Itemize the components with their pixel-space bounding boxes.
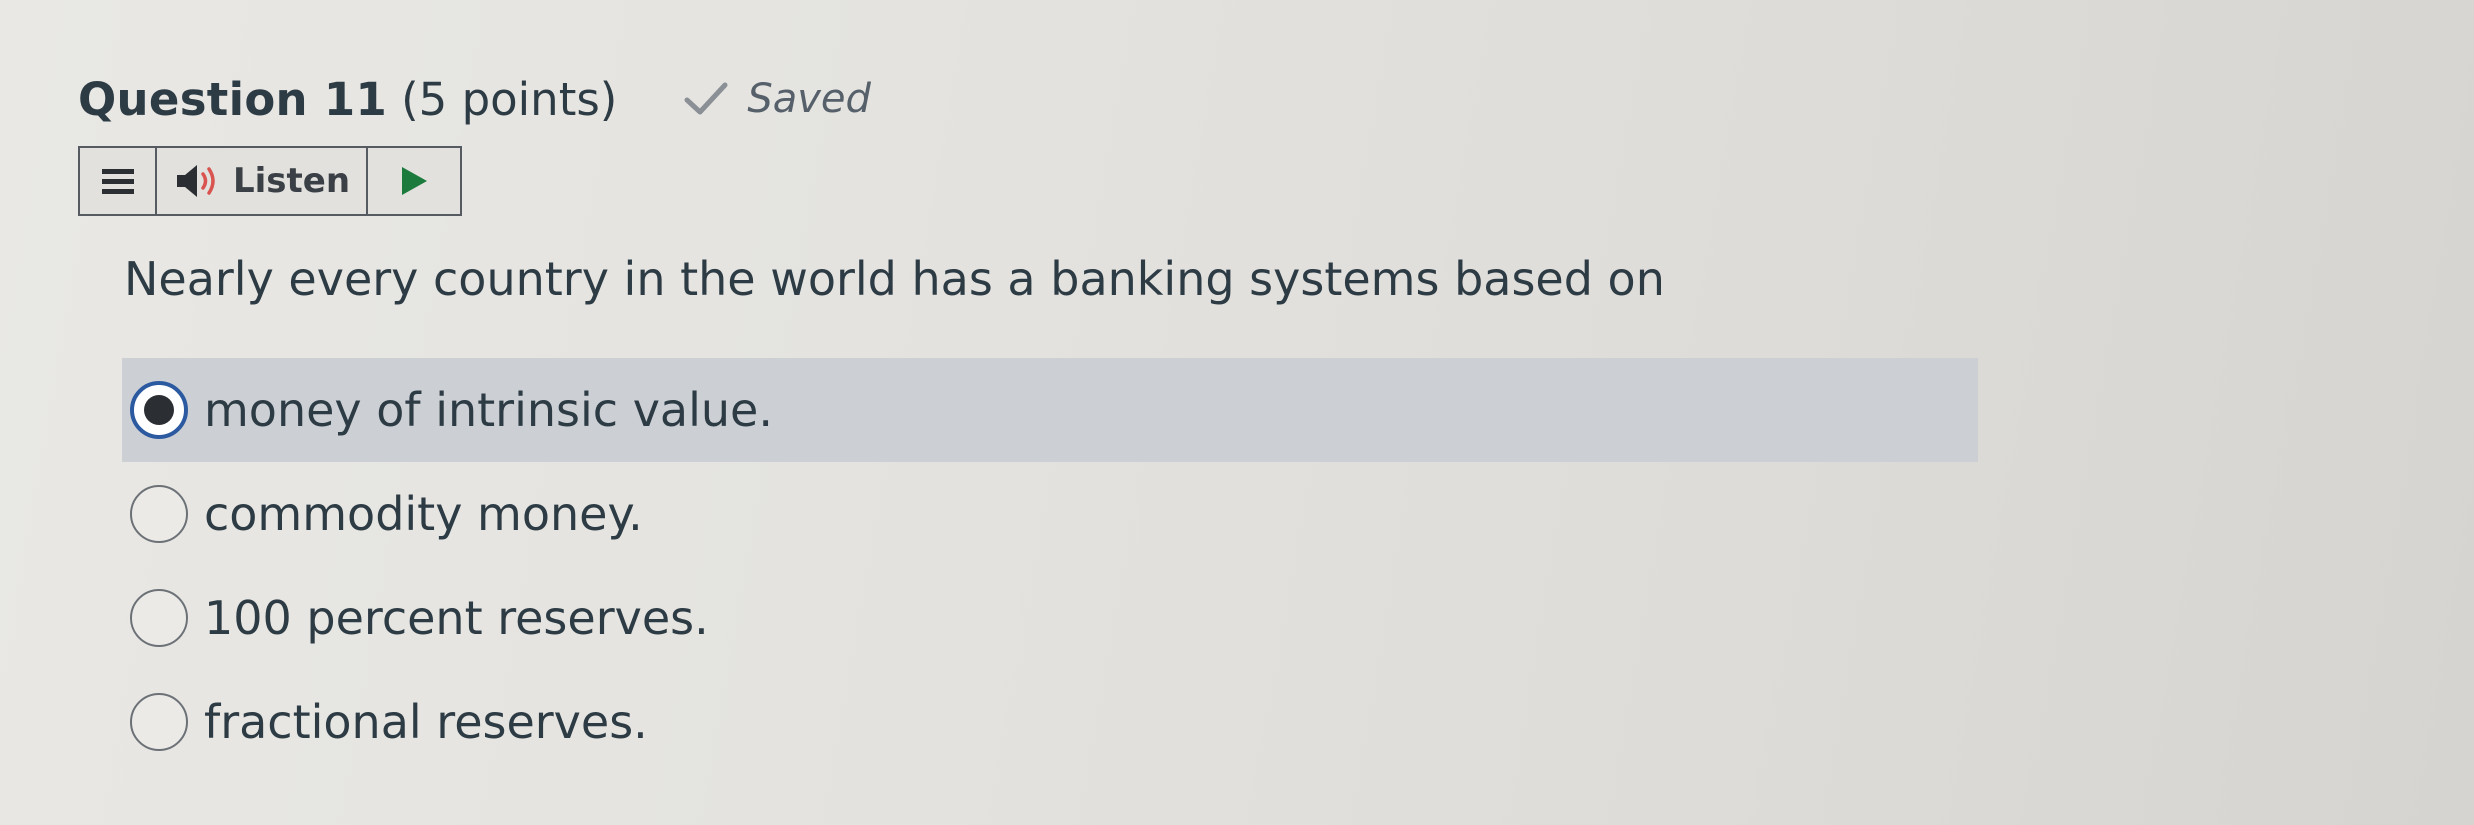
answer-option-label: commodity money.: [204, 487, 643, 541]
play-icon: [402, 167, 427, 195]
saved-status: Saved: [683, 76, 871, 122]
question-text: Nearly every country in the world has a …: [124, 252, 1665, 306]
answer-option[interactable]: 100 percent reserves.: [122, 566, 1978, 670]
answer-option[interactable]: fractional reserves.: [122, 670, 1978, 774]
listen-toolbar: Listen: [78, 146, 462, 216]
radio-button[interactable]: [130, 485, 188, 543]
listen-menu-button[interactable]: [80, 148, 157, 214]
menu-icon: [101, 169, 134, 194]
answer-option[interactable]: commodity money.: [122, 462, 1978, 566]
listen-button[interactable]: Listen: [157, 148, 368, 214]
play-button[interactable]: [368, 148, 460, 214]
question-header: Question 11 (5 points) Saved: [78, 64, 871, 134]
question-points: (5 points): [401, 72, 618, 126]
radio-button[interactable]: [130, 381, 188, 439]
answer-option[interactable]: money of intrinsic value.: [122, 358, 1978, 462]
check-icon: [684, 82, 728, 115]
answer-option-label: 100 percent reserves.: [204, 591, 709, 645]
radio-selected-dot: [144, 395, 174, 425]
speaker-icon: [176, 165, 215, 197]
answer-option-label: money of intrinsic value.: [204, 383, 773, 437]
answer-option-label: fractional reserves.: [204, 695, 648, 749]
listen-label: Listen: [232, 161, 351, 201]
saved-label: Saved: [747, 76, 871, 122]
radio-button[interactable]: [130, 693, 188, 751]
radio-button[interactable]: [130, 589, 188, 647]
answer-options: money of intrinsic value. commodity mone…: [122, 358, 1978, 774]
question-title: Question 11: [78, 72, 388, 126]
